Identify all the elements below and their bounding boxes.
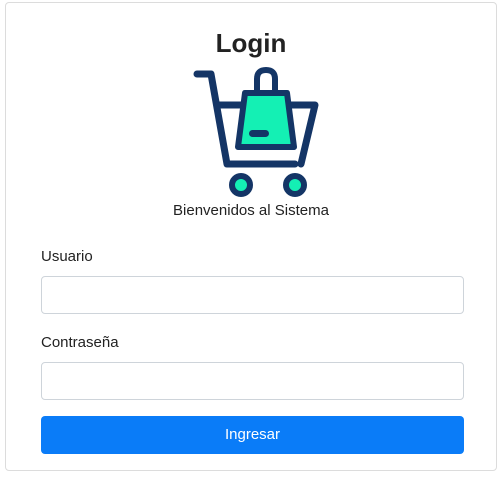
password-input[interactable]: [41, 362, 464, 400]
page-title: Login: [215, 28, 287, 58]
shopping-cart-with-bag-icon: [193, 67, 319, 197]
submit-button[interactable]: Ingresar: [41, 416, 464, 454]
username-label: Usuario: [41, 248, 93, 265]
username-input[interactable]: [41, 276, 464, 314]
password-label: Contraseña: [41, 334, 119, 351]
welcome-text: Bienvenidos al Sistema: [173, 202, 329, 219]
login-card: Login Bienvenidos al Sistema Usuario Con…: [5, 2, 497, 471]
